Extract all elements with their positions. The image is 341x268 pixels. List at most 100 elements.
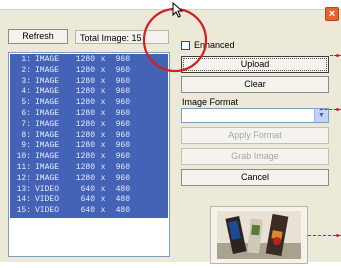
- list-item-height: 960: [115, 173, 130, 183]
- image-format-select[interactable]: ▼: [181, 108, 329, 123]
- list-item-index: 13:: [16, 184, 31, 194]
- image-preview: [210, 206, 308, 264]
- image-list[interactable]: 1: IMAGE 1280 x 960 2: IMAGE 1280 x 960 3: IMAGE 128…: [8, 52, 170, 257]
- list-item-index: 12:: [16, 173, 31, 183]
- list-item-separator: x: [100, 55, 106, 64]
- list-item[interactable]: 5: IMAGE 1280 x 960: [13, 99, 130, 107]
- list-item-width: 1280: [75, 141, 95, 151]
- list-item-type: IMAGE: [35, 152, 60, 162]
- list-item[interactable]: 3: IMAGE 1280 x 960: [13, 76, 130, 86]
- list-item-index: 3:: [21, 76, 31, 86]
- list-item-width: 1280: [75, 55, 95, 64]
- list-item[interactable]: 10: IMAGE 1280 x 960: [13, 153, 130, 161]
- list-item[interactable]: 4: IMAGE 1280 x 960: [13, 88, 130, 96]
- list-item-height: 960: [115, 152, 130, 162]
- list-item[interactable]: 11: IMAGE 1280 x 960: [13, 164, 130, 172]
- list-item-height: 480: [115, 195, 130, 205]
- list-item[interactable]: 13: VIDEO 640 x 480: [13, 184, 130, 194]
- mouse-cursor-icon: [172, 2, 184, 18]
- format-annotation-dot: [336, 108, 339, 111]
- list-item-width: 1280: [75, 109, 95, 118]
- image-format-label: Image Format: [182, 97, 239, 107]
- list-item-type: VIDEO: [35, 206, 60, 216]
- list-item-width: 640: [80, 184, 95, 194]
- list-item-width: 1280: [75, 98, 95, 108]
- list-item-type: IMAGE: [35, 65, 60, 75]
- list-item-separator: x: [100, 87, 106, 97]
- list-item-type: IMAGE: [35, 130, 60, 140]
- list-item-separator: x: [100, 141, 106, 151]
- list-item[interactable]: 9: IMAGE 1280 x 960: [13, 142, 130, 150]
- list-item-index: 9:: [21, 141, 31, 151]
- list-item-width: 640: [80, 206, 95, 216]
- list-item-index: 11:: [16, 163, 31, 172]
- list-item-type: IMAGE: [35, 109, 60, 118]
- upload-annotation-dot: [336, 54, 339, 57]
- list-item-separator: x: [100, 152, 106, 162]
- list-item-index: 7:: [21, 119, 31, 129]
- list-item-index: 5:: [21, 98, 31, 108]
- list-item-index: 14:: [16, 195, 31, 205]
- list-item-separator: x: [100, 65, 106, 75]
- list-item-width: 1280: [75, 130, 95, 140]
- list-item-height: 960: [115, 98, 130, 108]
- list-item-type: IMAGE: [35, 119, 60, 129]
- list-item[interactable]: 8: IMAGE 1280 x 960: [13, 130, 130, 140]
- list-item-type: VIDEO: [35, 184, 60, 194]
- list-item-type: IMAGE: [35, 173, 60, 183]
- list-item-type: IMAGE: [35, 87, 60, 97]
- preview-annotation-dot: [336, 234, 339, 237]
- list-item[interactable]: 12: IMAGE 1280 x 960: [13, 173, 130, 183]
- list-item-width: 1280: [75, 119, 95, 129]
- list-item-separator: x: [100, 119, 106, 129]
- list-item[interactable]: 7: IMAGE 1280 x 960: [13, 119, 130, 129]
- cancel-button[interactable]: Cancel: [181, 169, 329, 186]
- apply-format-button[interactable]: Apply Format: [181, 127, 329, 144]
- list-item-index: 15:: [16, 206, 31, 216]
- list-item-separator: x: [100, 195, 106, 205]
- list-item-index: 6:: [21, 109, 31, 118]
- list-item-type: IMAGE: [35, 76, 60, 86]
- list-item-height: 960: [115, 55, 130, 64]
- list-item-height: 480: [115, 206, 130, 216]
- list-item-type: IMAGE: [35, 98, 60, 108]
- list-item[interactable]: 15: VIDEO 640 x 480: [13, 207, 130, 215]
- list-item[interactable]: 14: VIDEO 640 x 480: [13, 196, 130, 204]
- list-item-separator: x: [100, 184, 106, 194]
- list-item-type: IMAGE: [35, 163, 60, 172]
- list-item-width: 1280: [75, 163, 95, 172]
- list-item-width: 1280: [75, 152, 95, 162]
- list-item[interactable]: 6: IMAGE 1280 x 960: [13, 110, 130, 118]
- list-item-type: IMAGE: [35, 55, 60, 64]
- list-item-separator: x: [100, 76, 106, 86]
- list-item-separator: x: [100, 98, 106, 108]
- list-item-height: 480: [115, 184, 130, 194]
- list-item-separator: x: [100, 206, 106, 216]
- list-item-height: 960: [115, 65, 130, 75]
- list-item-separator: x: [100, 163, 106, 172]
- close-icon[interactable]: ×: [325, 7, 339, 21]
- list-item-width: 1280: [75, 76, 95, 86]
- list-item-index: 8:: [21, 130, 31, 140]
- list-item[interactable]: 2: IMAGE 1280 x 960: [13, 65, 130, 75]
- list-item-height: 960: [115, 109, 130, 118]
- list-item-type: IMAGE: [35, 141, 60, 151]
- refresh-button[interactable]: Refresh: [8, 29, 68, 44]
- list-item-height: 960: [115, 87, 130, 97]
- list-item-height: 960: [115, 76, 130, 86]
- list-item-index: 1:: [21, 55, 31, 64]
- list-item-index: 2:: [21, 65, 31, 75]
- list-item-height: 960: [115, 163, 130, 172]
- list-item[interactable]: 1: IMAGE 1280 x 960: [13, 56, 130, 64]
- list-item-width: 1280: [75, 65, 95, 75]
- clear-button[interactable]: Clear: [181, 76, 329, 93]
- list-item-width: 640: [80, 195, 95, 205]
- list-item-height: 960: [115, 119, 130, 129]
- grab-image-button[interactable]: Grab Image: [181, 148, 329, 165]
- list-item-separator: x: [100, 130, 106, 140]
- list-item-height: 960: [115, 141, 130, 151]
- list-item-width: 1280: [75, 173, 95, 183]
- list-item-separator: x: [100, 109, 106, 118]
- chevron-down-icon[interactable]: ▼: [314, 109, 328, 122]
- list-item-height: 960: [115, 130, 130, 140]
